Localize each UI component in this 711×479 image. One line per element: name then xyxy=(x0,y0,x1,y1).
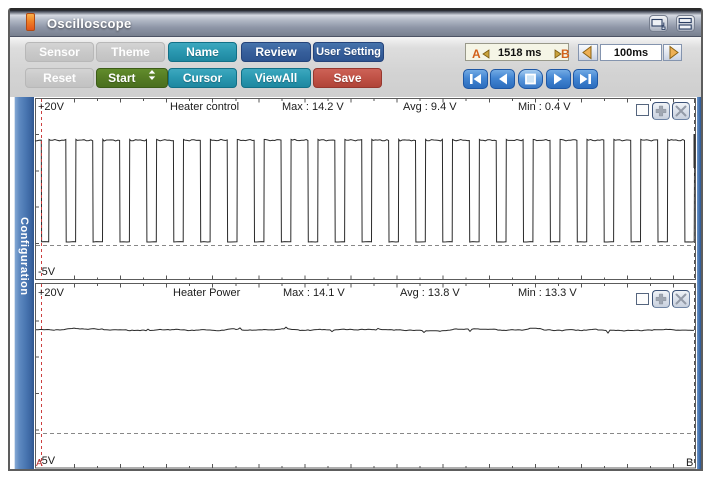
svg-text:Min : 13.3 V: Min : 13.3 V xyxy=(518,287,577,299)
svg-text:Max : 14.1 V: Max : 14.1 V xyxy=(283,287,345,299)
svg-text:-5V: -5V xyxy=(38,266,56,278)
svg-text:+20V: +20V xyxy=(38,101,65,113)
svg-text:A: A xyxy=(36,458,43,469)
svg-text:Max : 14.2 V: Max : 14.2 V xyxy=(282,101,344,113)
svg-text:Avg : 9.4 V: Avg : 9.4 V xyxy=(403,101,457,113)
svg-text:+20V: +20V xyxy=(38,287,65,299)
svg-text:B: B xyxy=(686,457,693,469)
svg-text:Heater Power: Heater Power xyxy=(173,287,241,299)
svg-text:Min : 0.4 V: Min : 0.4 V xyxy=(518,101,571,113)
svg-text:Avg : 13.8 V: Avg : 13.8 V xyxy=(400,287,460,299)
svg-text:Heater control: Heater control xyxy=(170,101,239,113)
